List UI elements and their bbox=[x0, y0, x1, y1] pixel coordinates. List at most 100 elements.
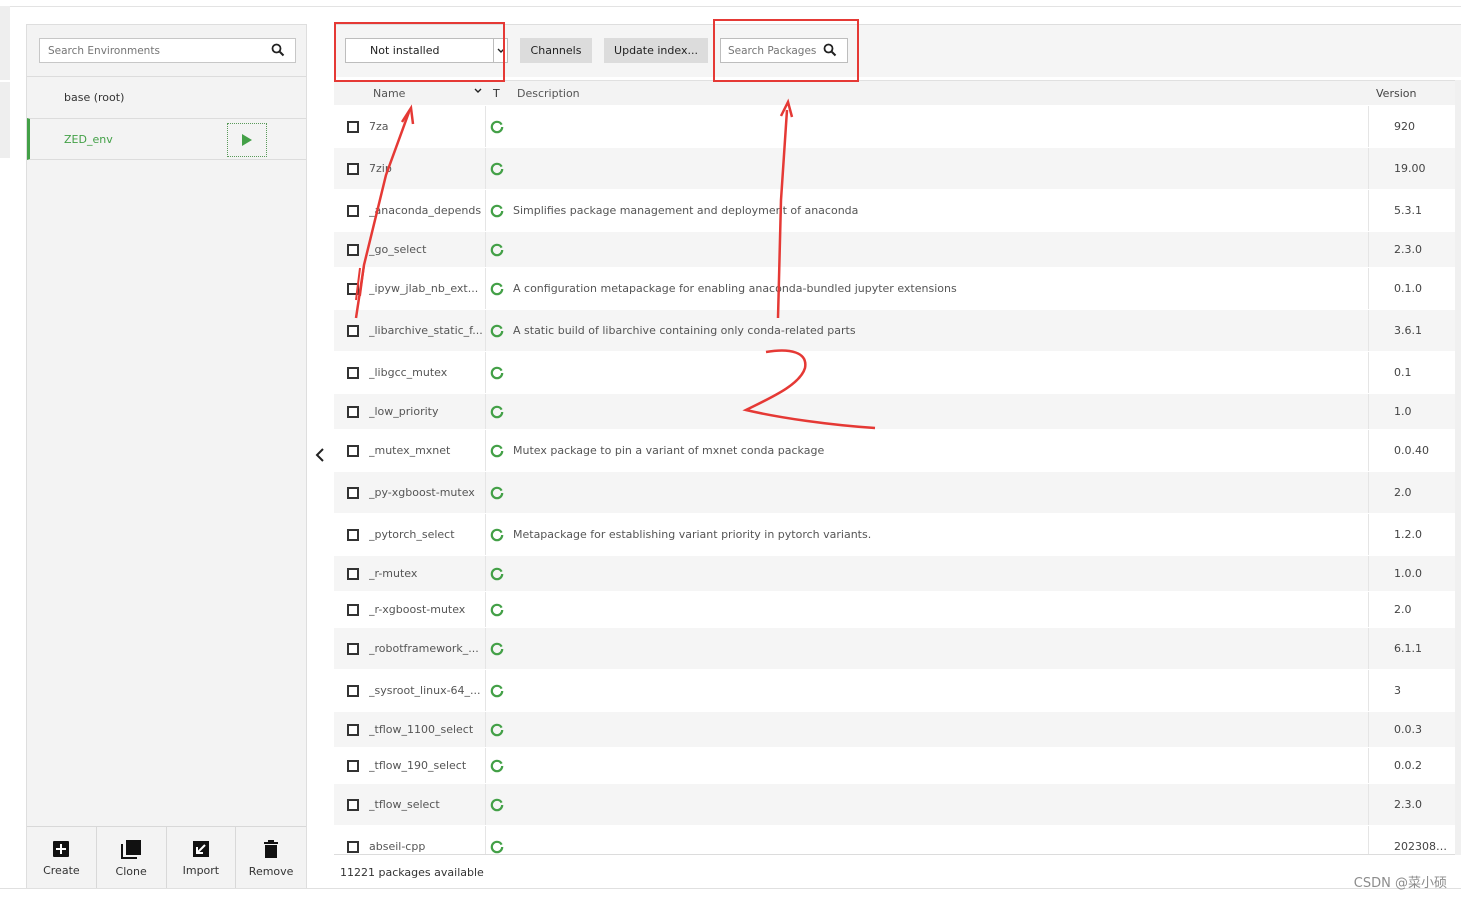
row-checkbox[interactable] bbox=[347, 283, 359, 295]
package-filter-select[interactable]: Not installed bbox=[345, 38, 508, 63]
row-checkbox[interactable] bbox=[347, 367, 359, 379]
sort-chevron-icon[interactable] bbox=[473, 86, 483, 96]
package-search-box[interactable] bbox=[720, 38, 848, 63]
import-env-button[interactable]: Import bbox=[167, 827, 237, 889]
table-row[interactable]: _libgcc_mutex 0.1 bbox=[334, 352, 1455, 394]
row-checkbox[interactable] bbox=[347, 244, 359, 256]
update-index-button[interactable]: Update index... bbox=[604, 38, 708, 63]
column-divider bbox=[485, 394, 486, 429]
row-checkbox[interactable] bbox=[347, 604, 359, 616]
package-version: 1.2.0 bbox=[1394, 528, 1422, 541]
left-gutter-lower bbox=[0, 82, 10, 158]
env-search-input[interactable] bbox=[40, 39, 260, 62]
table-row[interactable]: _robotframework_... 6.1.1 bbox=[334, 628, 1455, 670]
table-row[interactable]: _r-mutex 1.0.0 bbox=[334, 556, 1455, 592]
header-type[interactable]: T bbox=[493, 87, 500, 100]
row-checkbox[interactable] bbox=[347, 325, 359, 337]
row-checkbox[interactable] bbox=[347, 529, 359, 541]
table-row[interactable]: _tflow_select 2.3.0 bbox=[334, 784, 1455, 826]
column-divider bbox=[1368, 148, 1369, 189]
row-checkbox[interactable] bbox=[347, 841, 359, 853]
status-circle-icon bbox=[490, 840, 504, 854]
table-row[interactable]: _mutex_mxnet Mutex package to pin a varia… bbox=[334, 430, 1455, 472]
create-env-button[interactable]: Create bbox=[27, 827, 97, 889]
remove-env-button[interactable]: Remove bbox=[236, 827, 306, 889]
table-scrollbar[interactable] bbox=[1455, 80, 1461, 855]
table-row[interactable]: _r-xgboost-mutex 2.0 bbox=[334, 592, 1455, 628]
table-row[interactable]: _tflow_190_select 0.0.2 bbox=[334, 748, 1455, 784]
table-row[interactable]: _libarchive_static_f... A static build of… bbox=[334, 310, 1455, 352]
table-row[interactable]: _pytorch_select Metapackage for establish… bbox=[334, 514, 1455, 556]
row-checkbox[interactable] bbox=[347, 445, 359, 457]
chevron-down-icon[interactable] bbox=[493, 39, 507, 62]
table-row[interactable]: 7za 920 bbox=[334, 106, 1455, 148]
row-checkbox[interactable] bbox=[347, 487, 359, 499]
column-divider bbox=[485, 352, 486, 393]
header-version[interactable]: Version bbox=[1376, 87, 1434, 100]
top-divider bbox=[0, 6, 1461, 7]
column-divider bbox=[1368, 190, 1369, 231]
row-checkbox[interactable] bbox=[347, 406, 359, 418]
row-checkbox[interactable] bbox=[347, 643, 359, 655]
column-divider bbox=[485, 106, 486, 147]
column-divider bbox=[485, 628, 486, 669]
collapse-sidebar-button[interactable] bbox=[311, 444, 329, 466]
env-search-box[interactable] bbox=[39, 38, 296, 63]
row-checkbox[interactable] bbox=[347, 121, 359, 133]
bottom-divider bbox=[0, 888, 1461, 889]
package-name: 7za bbox=[369, 120, 389, 133]
column-divider bbox=[1368, 106, 1369, 147]
row-checkbox[interactable] bbox=[347, 724, 359, 736]
table-row[interactable]: 7zip 19.00 bbox=[334, 148, 1455, 190]
status-circle-icon bbox=[490, 444, 504, 458]
table-row[interactable]: _py-xgboost-mutex 2.0 bbox=[334, 472, 1455, 514]
search-icon[interactable] bbox=[271, 43, 285, 57]
column-divider bbox=[1368, 556, 1369, 591]
column-divider bbox=[485, 712, 486, 747]
package-search-input[interactable] bbox=[721, 39, 821, 62]
package-name: _ipyw_jlab_nb_ext... bbox=[369, 282, 479, 295]
status-circle-icon bbox=[490, 120, 504, 134]
channels-button[interactable]: Channels bbox=[520, 38, 592, 63]
status-circle-icon bbox=[490, 324, 504, 338]
status-circle-icon bbox=[490, 684, 504, 698]
env-item-base[interactable]: base (root) bbox=[27, 76, 306, 118]
row-checkbox[interactable] bbox=[347, 205, 359, 217]
packages-table-header: Name T Description Version bbox=[334, 80, 1455, 105]
table-row[interactable]: _tflow_1100_select 0.0.3 bbox=[334, 712, 1455, 748]
column-divider bbox=[485, 748, 486, 783]
table-row[interactable]: _anaconda_depends Simplifies package mana… bbox=[334, 190, 1455, 232]
row-checkbox[interactable] bbox=[347, 685, 359, 697]
package-version: 2.3.0 bbox=[1394, 243, 1422, 256]
left-gutter bbox=[0, 6, 10, 80]
packages-panel: Not installed Channels Update index... N… bbox=[334, 24, 1461, 890]
table-row[interactable]: _go_select 2.3.0 bbox=[334, 232, 1455, 268]
status-circle-icon bbox=[490, 405, 504, 419]
table-row[interactable]: _sysroot_linux-64_... 3 bbox=[334, 670, 1455, 712]
package-version: 0.0.40 bbox=[1394, 444, 1429, 457]
column-divider bbox=[1368, 670, 1369, 711]
remove-label: Remove bbox=[248, 864, 294, 878]
activate-env-button[interactable] bbox=[227, 123, 267, 157]
package-version: 2.3.0 bbox=[1394, 798, 1422, 811]
row-checkbox[interactable] bbox=[347, 568, 359, 580]
header-name[interactable]: Name bbox=[373, 87, 488, 100]
package-name: _libgcc_mutex bbox=[369, 366, 448, 379]
env-item-zed-env[interactable]: ZED_env bbox=[27, 118, 306, 160]
package-name: _pytorch_select bbox=[369, 528, 455, 541]
clone-label: Clone bbox=[115, 864, 147, 878]
row-checkbox[interactable] bbox=[347, 760, 359, 772]
column-divider bbox=[485, 232, 486, 267]
row-checkbox[interactable] bbox=[347, 163, 359, 175]
clone-env-button[interactable]: Clone bbox=[97, 827, 167, 889]
status-circle-icon bbox=[490, 723, 504, 737]
table-row[interactable]: _ipyw_jlab_nb_ext... A configuration meta… bbox=[334, 268, 1455, 310]
chevron-left-icon bbox=[315, 448, 324, 462]
search-icon[interactable] bbox=[823, 43, 837, 57]
status-circle-icon bbox=[490, 486, 504, 500]
table-row[interactable]: _low_priority 1.0 bbox=[334, 394, 1455, 430]
package-version: 2.0 bbox=[1394, 486, 1412, 499]
header-description[interactable]: Description bbox=[517, 87, 580, 100]
row-checkbox[interactable] bbox=[347, 799, 359, 811]
package-name: _robotframework_... bbox=[369, 642, 479, 655]
